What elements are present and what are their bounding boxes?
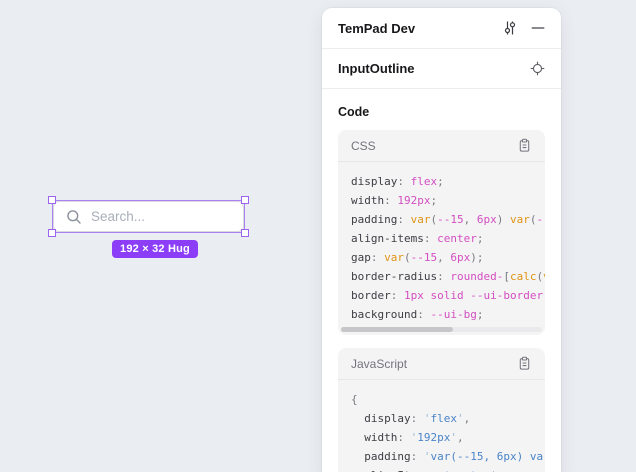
selection-handle-nw[interactable] — [48, 196, 56, 204]
javascript-code-block: JavaScript { display: 'flex', width: '19… — [338, 348, 545, 472]
minimize-button[interactable] — [531, 21, 545, 35]
selection-handle-se[interactable] — [241, 229, 249, 237]
selection-size-badge: 192 × 32 Hug — [112, 240, 198, 258]
minus-icon — [531, 21, 545, 35]
clipboard-icon — [517, 138, 532, 153]
panel-header: TemPad Dev — [322, 8, 561, 49]
copy-javascript-button[interactable] — [517, 356, 532, 371]
selected-component-name: InputOutline — [338, 61, 530, 76]
code-block-label: JavaScript — [351, 357, 517, 371]
javascript-code: { display: 'flex', width: '192px', paddi… — [338, 380, 545, 472]
panel-title: TemPad Dev — [338, 21, 502, 36]
canvas-search-input[interactable]: Search... — [53, 201, 244, 232]
selection-handle-ne[interactable] — [241, 196, 249, 204]
tempad-dev-panel: TemPad Dev InputOutline — [322, 8, 561, 472]
css-block-header: CSS — [338, 130, 545, 162]
horizontal-scrollbar-track — [341, 327, 542, 332]
figma-canvas[interactable]: Search... 192 × 32 Hug TemPad Dev — [0, 0, 636, 472]
clipboard-icon — [517, 356, 532, 371]
search-placeholder: Search... — [91, 209, 145, 224]
crosshair-target-icon — [530, 61, 545, 76]
component-row: InputOutline — [322, 49, 561, 89]
selection-handle-sw[interactable] — [48, 229, 56, 237]
horizontal-scrollbar-thumb[interactable] — [341, 327, 453, 332]
settings-sliders-button[interactable] — [502, 20, 518, 36]
copy-css-button[interactable] — [517, 138, 532, 153]
sliders-icon — [502, 20, 518, 36]
search-icon — [66, 209, 82, 225]
code-section-title: Code — [338, 105, 545, 119]
css-code: display: flex;width: 192px;padding: var(… — [338, 162, 545, 335]
javascript-block-header: JavaScript — [338, 348, 545, 380]
css-code-block: CSS display: flex;width: 192px;padding: … — [338, 130, 545, 335]
locate-component-button[interactable] — [530, 61, 545, 76]
code-block-label: CSS — [351, 139, 517, 153]
